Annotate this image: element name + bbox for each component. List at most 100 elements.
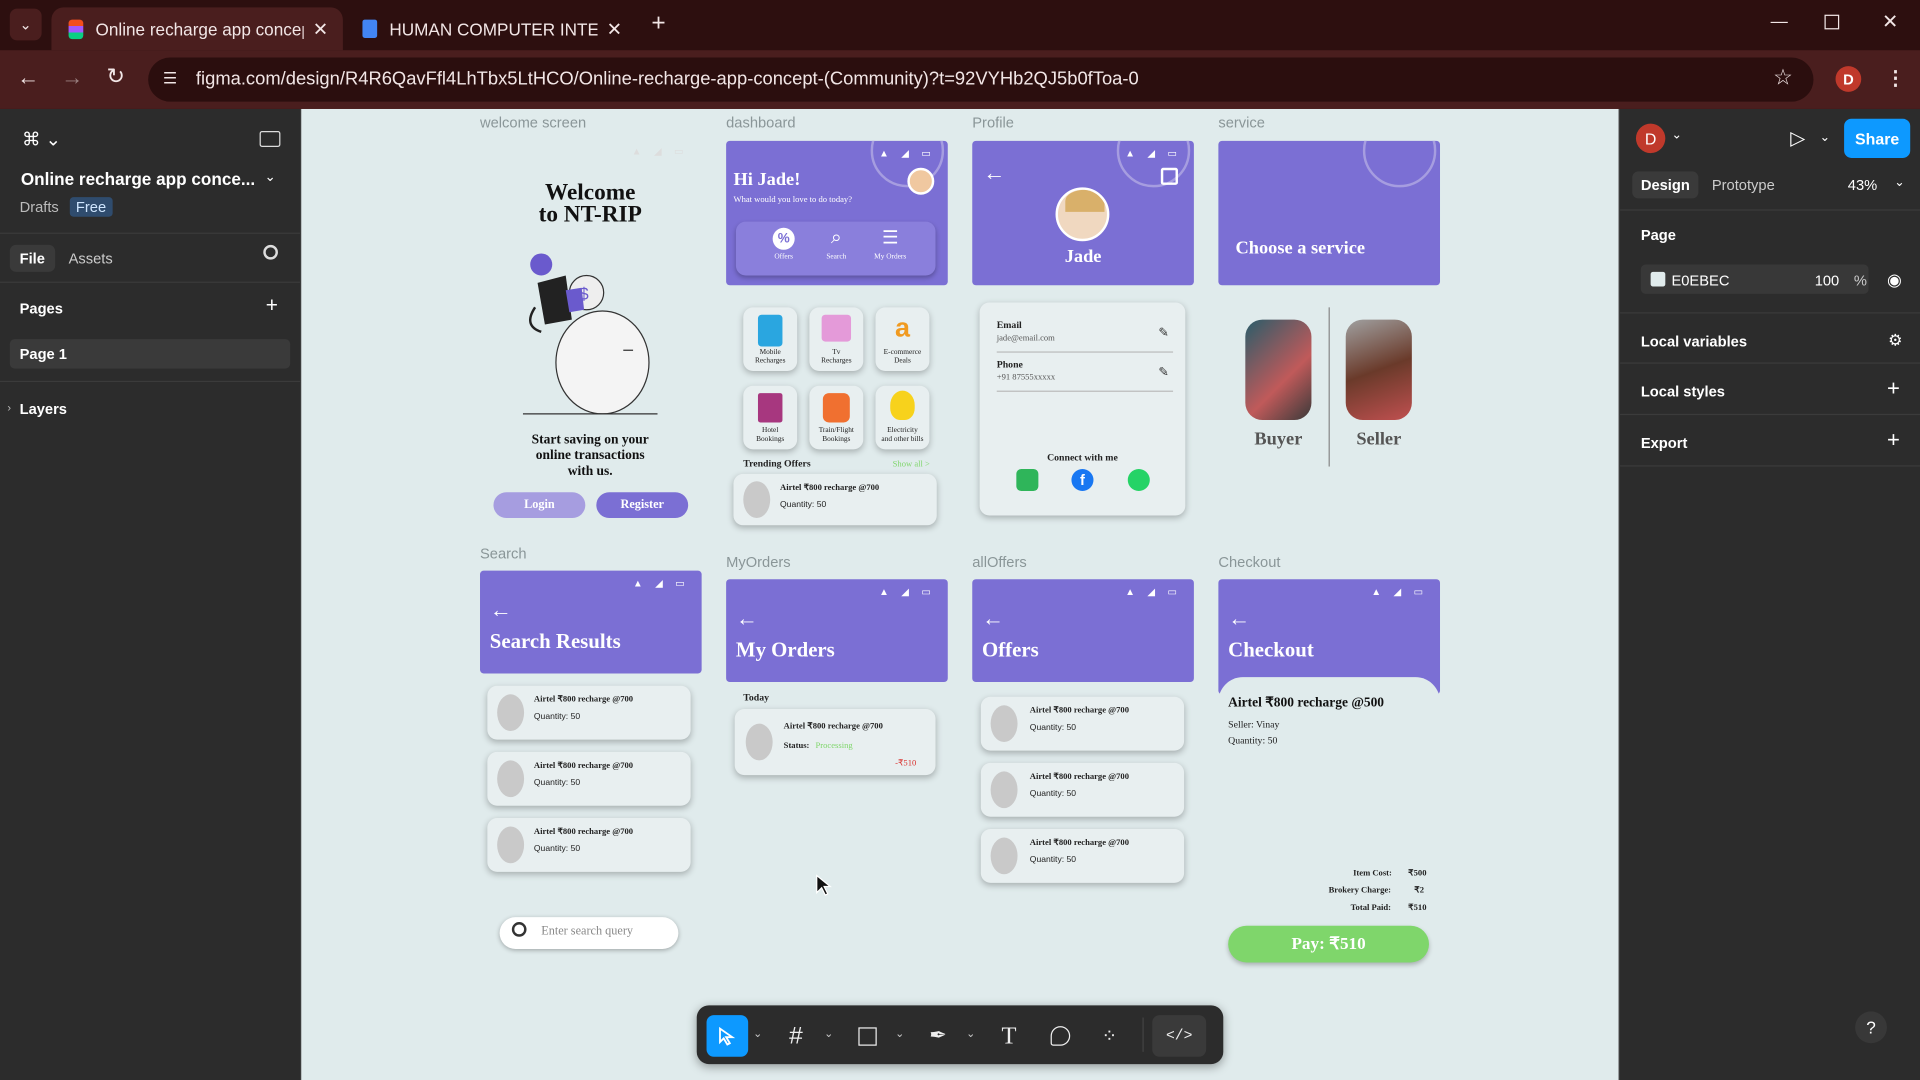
- frame-tool-button[interactable]: #: [775, 1015, 817, 1057]
- zoom-level[interactable]: 43%: [1848, 176, 1877, 193]
- export-label[interactable]: Export: [1641, 435, 1688, 452]
- share-button[interactable]: Share: [1844, 118, 1911, 158]
- edit-pencil-icon[interactable]: ✎: [1158, 366, 1168, 379]
- add-page-icon[interactable]: +: [266, 294, 278, 318]
- add-style-icon[interactable]: +: [1887, 376, 1900, 402]
- pen-tool-button[interactable]: ✒: [917, 1015, 959, 1057]
- search-result-item[interactable]: Airtel ₹800 recharge @700 Quantity: 50: [487, 751, 691, 806]
- design-canvas[interactable]: welcome screen ▲ ◢ ▭ Welcome to NT-RIP $ …: [301, 108, 1619, 1080]
- frame-profile[interactable]: ▲ ◢ ▭ ← Jade Email jade@email.com ✎ Phon…: [972, 140, 1194, 521]
- local-styles-label[interactable]: Local styles: [1641, 383, 1725, 400]
- frame-label-myorders[interactable]: MyOrders: [726, 553, 790, 570]
- tab-docs[interactable]: HUMAN COMPUTER INTERACTI ✕: [345, 7, 636, 50]
- back-arrow-icon[interactable]: ←: [490, 598, 512, 624]
- forward-icon[interactable]: →: [61, 65, 83, 91]
- shape-tool-button[interactable]: [846, 1015, 888, 1057]
- comment-tool-button[interactable]: [1040, 1015, 1082, 1057]
- layers-label[interactable]: Layers: [20, 400, 67, 417]
- help-button[interactable]: ?: [1855, 1011, 1887, 1044]
- search-input[interactable]: Enter search query: [499, 917, 679, 949]
- toggle-sidebar-icon[interactable]: [259, 131, 281, 147]
- reload-icon[interactable]: ↻: [107, 64, 125, 90]
- close-window-icon[interactable]: ✕: [1882, 10, 1898, 34]
- user-avatar[interactable]: D: [1635, 123, 1666, 154]
- nav-offers[interactable]: % Offers: [770, 227, 797, 261]
- browser-menu-icon[interactable]: ⋮: [1886, 66, 1906, 90]
- page-color-hex[interactable]: E0EBEC: [1671, 272, 1729, 289]
- close-tab-icon[interactable]: ✕: [607, 18, 622, 40]
- frame-checkout[interactable]: ▲ ◢ ▭ ← Checkout Airtel ₹800 recharge @5…: [1218, 579, 1441, 972]
- frame-search[interactable]: ▲ ◢ ▭ ← Search Results Airtel ₹800 recha…: [480, 570, 702, 963]
- search-icon[interactable]: [263, 244, 278, 260]
- back-arrow-icon[interactable]: ←: [736, 606, 758, 632]
- whatsapp-icon[interactable]: [1127, 468, 1150, 492]
- search-result-item[interactable]: Airtel ₹800 recharge @700 Quantity: 50: [487, 817, 691, 872]
- profile-avatar[interactable]: D: [1835, 66, 1862, 92]
- trending-offer-card[interactable]: Airtel ₹800 recharge @700 Quantity: 50: [733, 473, 937, 526]
- frame-label-alloffers[interactable]: allOffers: [972, 553, 1026, 570]
- logout-icon[interactable]: [1160, 167, 1178, 185]
- offer-item[interactable]: Airtel ₹800 recharge @700 Quantity: 50: [980, 762, 1185, 817]
- chevron-down-icon[interactable]: ⌄: [264, 169, 275, 185]
- offer-item[interactable]: Airtel ₹800 recharge @700 Quantity: 50: [980, 696, 1185, 751]
- frame-label-service[interactable]: service: [1218, 114, 1265, 131]
- frame-label-checkout[interactable]: Checkout: [1218, 553, 1280, 570]
- tab-assets[interactable]: Assets: [69, 250, 113, 267]
- drafts-label[interactable]: Drafts: [20, 198, 59, 215]
- bookmark-star-icon[interactable]: ☆: [1773, 65, 1793, 91]
- chevron-down-icon[interactable]: ⌄: [753, 1027, 762, 1040]
- tab-file[interactable]: File: [9, 244, 55, 272]
- search-result-item[interactable]: Airtel ₹800 recharge @700 Quantity: 50: [487, 685, 691, 740]
- chevron-down-icon[interactable]: ⌄: [824, 1027, 833, 1040]
- page-opacity[interactable]: 100: [1815, 272, 1840, 289]
- file-name[interactable]: Online recharge app conce...: [21, 169, 255, 189]
- close-tab-icon[interactable]: ✕: [313, 18, 328, 40]
- chevron-right-icon[interactable]: ›: [7, 402, 11, 414]
- back-icon[interactable]: ←: [17, 65, 39, 91]
- offer-item[interactable]: Airtel ₹800 recharge @700 Quantity: 50: [980, 828, 1185, 883]
- present-play-icon[interactable]: ▷: [1790, 126, 1805, 150]
- url-text[interactable]: figma.com/design/R4R6QavFfl4LhTbx5LtHCO/…: [196, 69, 1139, 90]
- frame-label-dashboard[interactable]: dashboard: [726, 114, 795, 131]
- tile-hotel-bookings[interactable]: Hotel Bookings: [743, 385, 798, 450]
- actions-tool-button[interactable]: ⁘: [1089, 1015, 1131, 1057]
- tile-train-flight-bookings[interactable]: Train/Flight Bookings: [809, 385, 864, 450]
- text-tool-button[interactable]: T: [988, 1015, 1030, 1057]
- tile-ecommerce-deals[interactable]: a E-commerce Deals: [875, 307, 930, 372]
- chevron-down-icon[interactable]: ⌄: [895, 1027, 904, 1040]
- back-arrow-icon[interactable]: ←: [983, 160, 1005, 186]
- tile-electricity-bills[interactable]: Electricity and other bills: [875, 385, 930, 450]
- show-all-link[interactable]: Show all >: [893, 459, 930, 469]
- frame-dashboard[interactable]: ▲ ◢ ▭ Hi Jade! What would you love to do…: [726, 140, 948, 536]
- nav-search[interactable]: ⌕ Search: [822, 228, 851, 261]
- frame-label-welcome[interactable]: welcome screen: [480, 114, 586, 131]
- address-bar[interactable]: ☰ figma.com/design/R4R6QavFfl4LhTbx5LtHC…: [148, 57, 1814, 102]
- frame-welcome[interactable]: ▲ ◢ ▭ Welcome to NT-RIP $ Start saving on…: [480, 138, 701, 531]
- add-export-icon[interactable]: +: [1887, 427, 1900, 453]
- page-item-label[interactable]: Page 1: [20, 345, 67, 362]
- tile-mobile-recharges[interactable]: Mobile Recharges: [743, 307, 798, 372]
- eye-icon[interactable]: ◉: [1887, 269, 1902, 290]
- buyer-image[interactable]: [1245, 319, 1312, 421]
- tab-design[interactable]: Design: [1632, 171, 1699, 199]
- seller-image[interactable]: [1345, 319, 1412, 421]
- tab-figma[interactable]: Online recharge app concept (C ✕: [51, 7, 343, 51]
- phone-icon[interactable]: [1016, 468, 1039, 492]
- order-card[interactable]: Airtel ₹800 recharge @700 Status: Proces…: [734, 708, 936, 776]
- chevron-down-icon[interactable]: ⌄: [1820, 131, 1830, 144]
- frame-myorders[interactable]: ▲ ◢ ▭ ← My Orders Today Airtel ₹800 rech…: [726, 579, 948, 825]
- tile-tv-recharges[interactable]: Tv Recharges: [809, 307, 864, 372]
- chevron-down-icon[interactable]: ⌄: [1671, 129, 1681, 142]
- tab-prototype[interactable]: Prototype: [1712, 176, 1775, 193]
- new-tab-icon[interactable]: +: [651, 10, 665, 38]
- frame-label-search[interactable]: Search: [480, 545, 527, 562]
- variables-icon[interactable]: ⚙: [1888, 331, 1902, 351]
- local-variables-label[interactable]: Local variables: [1641, 333, 1747, 350]
- dev-mode-button[interactable]: </>: [1152, 1015, 1207, 1057]
- facebook-icon[interactable]: f: [1071, 468, 1094, 492]
- color-swatch[interactable]: [1650, 271, 1666, 287]
- chevron-down-icon[interactable]: ⌄: [1894, 176, 1904, 189]
- pay-button[interactable]: Pay: ₹510: [1228, 925, 1429, 963]
- avatar[interactable]: [907, 167, 935, 195]
- register-button[interactable]: Register: [596, 492, 689, 518]
